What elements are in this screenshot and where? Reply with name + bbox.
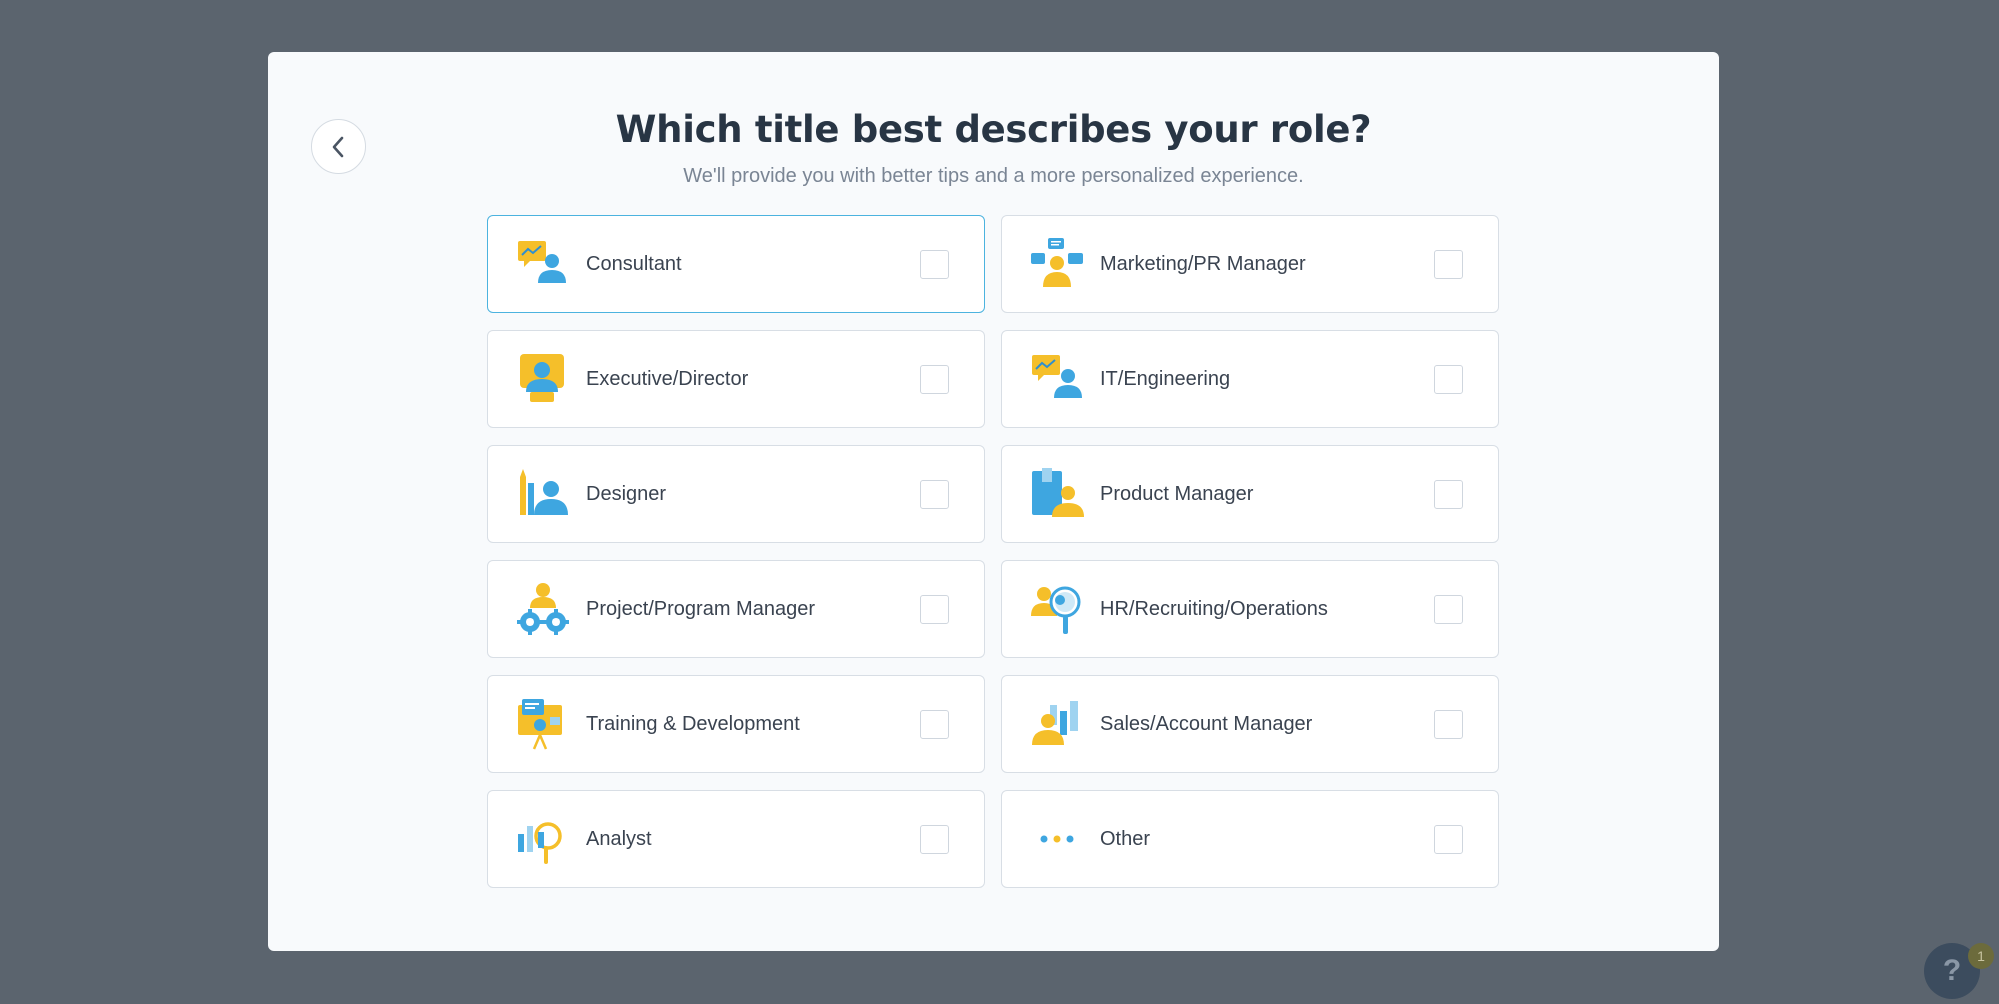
project-manager-icon (516, 582, 570, 636)
notification-badge: 1 (1968, 943, 1994, 969)
role-checkbox[interactable] (1434, 594, 1463, 624)
role-label: Training & Development (586, 712, 800, 735)
role-selection-modal: Which title best describes your role? We… (268, 52, 1719, 951)
role-option-project-program-manager[interactable]: Project/Program Manager (487, 560, 985, 658)
role-label: HR/Recruiting/Operations (1100, 597, 1328, 620)
role-option-sales-account-manager[interactable]: Sales/Account Manager (1001, 675, 1499, 773)
executive-icon (516, 352, 570, 406)
marketing-icon (1030, 237, 1084, 291)
engineering-icon (1030, 352, 1084, 406)
role-option-training-development[interactable]: Training & Development (487, 675, 985, 773)
role-checkbox[interactable] (1434, 709, 1463, 739)
role-checkbox[interactable] (1434, 824, 1463, 854)
role-label: Other (1100, 827, 1151, 850)
role-checkbox[interactable] (920, 479, 949, 509)
role-label: Designer (586, 482, 667, 505)
role-checkbox[interactable] (1434, 364, 1463, 394)
role-label: Project/Program Manager (586, 597, 815, 620)
page-subtitle: We'll provide you with better tips and a… (683, 165, 1304, 187)
role-option-executive-director[interactable]: Executive/Director (487, 330, 985, 428)
role-label: Analyst (586, 827, 652, 850)
role-checkbox[interactable] (920, 364, 949, 394)
role-label: Marketing/PR Manager (1100, 252, 1306, 275)
role-label: IT/Engineering (1100, 367, 1231, 390)
analyst-icon (516, 812, 570, 866)
role-options-grid: Consultant Marketing/PR Manager Executiv… (487, 215, 1499, 888)
role-option-analyst[interactable]: Analyst (487, 790, 985, 888)
role-label: Consultant (586, 252, 682, 275)
role-label: Sales/Account Manager (1100, 712, 1313, 735)
sales-icon (1030, 697, 1084, 751)
consultant-icon (516, 237, 570, 291)
designer-icon (516, 467, 570, 521)
role-option-it-engineering[interactable]: IT/Engineering (1001, 330, 1499, 428)
role-checkbox[interactable] (920, 594, 949, 624)
role-label: Product Manager (1100, 482, 1254, 505)
role-label: Executive/Director (586, 367, 749, 390)
product-manager-icon (1030, 467, 1084, 521)
role-checkbox[interactable] (1434, 479, 1463, 509)
role-option-hr-recruiting-operations[interactable]: HR/Recruiting/Operations (1001, 560, 1499, 658)
role-option-designer[interactable]: Designer (487, 445, 985, 543)
training-icon (516, 697, 570, 751)
page-title: Which title best describes your role? (615, 108, 1372, 151)
hr-icon (1030, 582, 1084, 636)
role-checkbox[interactable] (920, 249, 949, 279)
role-option-marketing-pr-manager[interactable]: Marketing/PR Manager (1001, 215, 1499, 313)
role-checkbox[interactable] (920, 709, 949, 739)
role-checkbox[interactable] (920, 824, 949, 854)
role-option-consultant[interactable]: Consultant (487, 215, 985, 313)
role-option-other[interactable]: Other (1001, 790, 1499, 888)
role-option-product-manager[interactable]: Product Manager (1001, 445, 1499, 543)
role-checkbox[interactable] (1434, 249, 1463, 279)
more-dots-icon (1030, 812, 1084, 866)
